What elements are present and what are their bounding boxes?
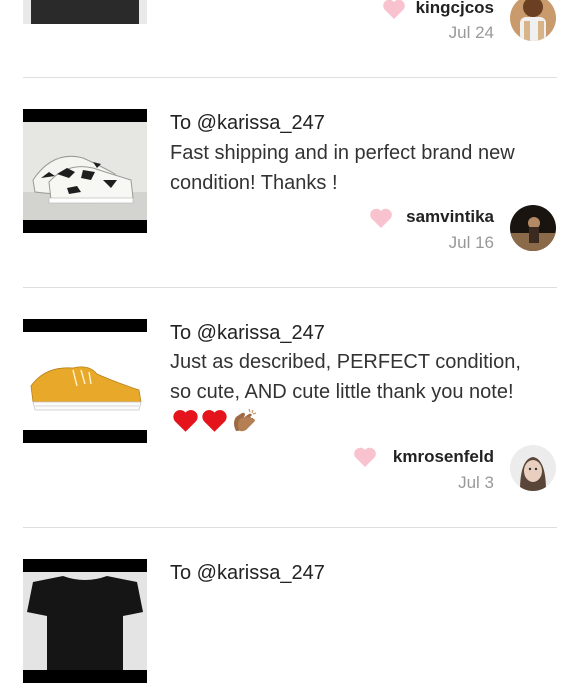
reviewer-avatar[interactable] bbox=[510, 205, 556, 251]
reviewer-avatar[interactable] bbox=[510, 445, 556, 491]
review-text: Fast shipping and in perfect brand new c… bbox=[170, 142, 515, 194]
heart-red-icon bbox=[201, 408, 228, 443]
tshirt-photo bbox=[23, 572, 147, 670]
reviewer-avatar[interactable] bbox=[510, 0, 556, 41]
reviewer-username[interactable]: kmrosenfeld bbox=[393, 447, 494, 467]
listing-thumbnail[interactable] bbox=[23, 319, 147, 443]
review-recipient[interactable]: To @karissa_247 bbox=[170, 562, 325, 585]
listing-thumbnail[interactable] bbox=[23, 559, 147, 683]
heart-red-icon bbox=[172, 408, 199, 443]
review-date: Jul 24 bbox=[448, 23, 494, 42]
review-date: Jul 16 bbox=[448, 233, 494, 252]
like-heart-icon[interactable] bbox=[369, 207, 393, 229]
sneaker-mustard-photo bbox=[23, 332, 147, 430]
divider bbox=[23, 77, 557, 78]
reviewer-username[interactable]: samvintika bbox=[406, 207, 494, 227]
review-date: Jul 3 bbox=[458, 473, 494, 492]
tshirt-photo bbox=[23, 0, 147, 24]
divider bbox=[23, 287, 557, 288]
listing-thumbnail[interactable] bbox=[23, 0, 147, 24]
like-heart-icon[interactable] bbox=[353, 446, 377, 468]
listing-thumbnail[interactable] bbox=[23, 109, 147, 233]
review-text-block: Just as described, PERFECT condition, so… bbox=[170, 348, 530, 443]
clapping-hands-icon bbox=[230, 407, 258, 443]
like-heart-icon[interactable] bbox=[382, 0, 406, 20]
sneaker-cow-print-photo bbox=[23, 122, 147, 220]
review-recipient[interactable]: To @karissa_247 bbox=[170, 322, 325, 345]
divider bbox=[23, 527, 557, 528]
reviewer-username[interactable]: kingcjcos bbox=[416, 0, 494, 18]
review-text: Just as described, PERFECT condition, so… bbox=[170, 351, 521, 403]
review-recipient[interactable]: To @karissa_247 bbox=[170, 112, 325, 135]
